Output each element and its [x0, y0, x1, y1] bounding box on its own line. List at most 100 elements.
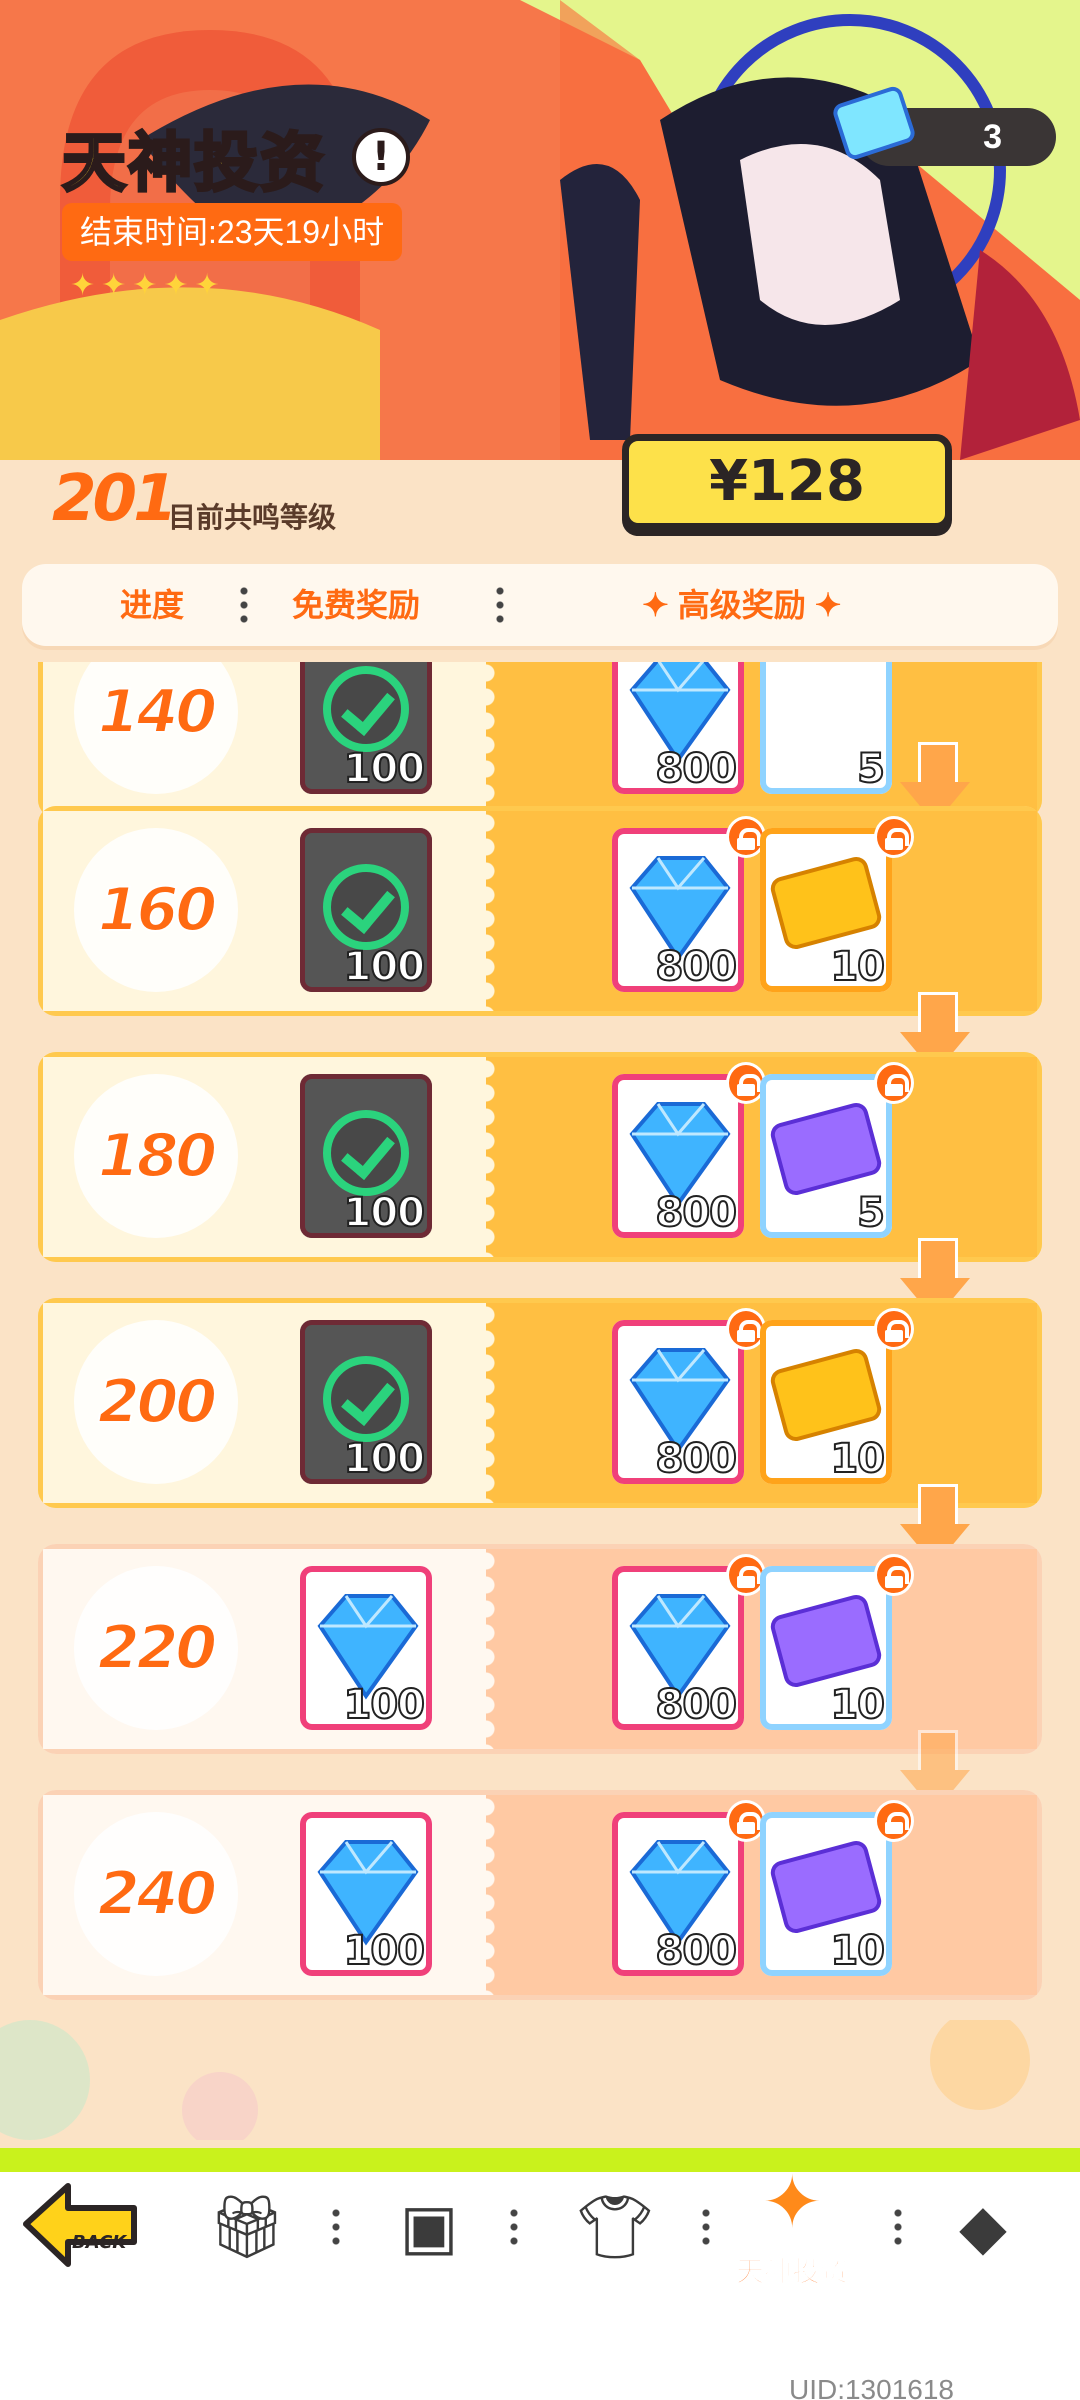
star-rating: ✦✦✦✦✦ — [70, 268, 226, 303]
reward-quantity: 100 — [343, 1927, 426, 1975]
column-progress: 进度 — [120, 587, 185, 623]
reward-quantity: 800 — [655, 1927, 738, 1975]
level-number: 200 — [97, 1366, 218, 1438]
premium-gem-reward[interactable]: 800 — [612, 1074, 744, 1238]
reward-quantity: 800 — [655, 1189, 738, 1237]
reward-quantity: 100 — [343, 1435, 426, 1483]
gift-tab[interactable]: 🎁︎ — [207, 2190, 287, 2264]
tab-divider — [510, 2206, 518, 2246]
premium-gem-reward[interactable]: 800 — [612, 662, 744, 794]
active-tab-label: 天神投资 — [735, 2256, 849, 2288]
free-gem-reward[interactable]: 100 — [300, 1812, 432, 1976]
resonance-label: 目前共鸣等级 — [168, 502, 337, 533]
exclamation-icon: ! — [371, 134, 391, 180]
reward-quantity: 10 — [829, 1681, 886, 1729]
gift-icon: 🎁︎ — [207, 2190, 287, 2263]
hero-banner: 天神投资 ! 结束时间:23天19小时 ✦✦✦✦✦ 3 — [0, 0, 1080, 460]
premium-gem-reward[interactable]: 800 — [612, 1812, 744, 1976]
divider-dots — [496, 584, 504, 624]
cards-icon: ▣ — [399, 2190, 459, 2263]
back-button[interactable]: BACK — [16, 2172, 146, 2282]
currency-count: 3 — [983, 118, 1002, 156]
tab-divider — [702, 2206, 710, 2246]
free-reward-claimed[interactable]: 100 — [300, 828, 432, 992]
reward-row: 240 100 800 10 — [38, 1790, 1042, 2000]
reward-quantity: 800 — [655, 943, 738, 991]
purchase-price-button[interactable]: ¥128 — [622, 434, 952, 530]
reward-quantity: 800 — [655, 1435, 738, 1483]
sparkle-icon: ✦ — [642, 587, 678, 623]
diamond-icon: ◆ — [959, 2190, 1007, 2263]
tab-tianshen-investment[interactable]: ✦ 天神投资 — [728, 2160, 868, 2290]
divider-dots — [240, 584, 248, 624]
event-title: 天神投资 — [61, 126, 326, 203]
lime-drip — [0, 2148, 1080, 2172]
shirt-icon: 👕︎ — [575, 2190, 655, 2263]
reward-quantity: 800 — [655, 745, 738, 793]
claimed-check-icon — [323, 666, 409, 752]
reward-row: 160 100 800 10 — [38, 806, 1042, 1016]
level-number: 160 — [97, 874, 218, 946]
price-label: ¥128 — [709, 449, 865, 514]
free-gem-reward[interactable]: 100 — [300, 1566, 432, 1730]
level-number: 140 — [97, 676, 218, 748]
claimed-check-icon — [323, 1110, 409, 1196]
lock-icon — [874, 1554, 914, 1596]
premium-ticket-reward[interactable]: 10 — [760, 828, 892, 992]
premium-ticket-reward[interactable]: 10 — [760, 1320, 892, 1484]
lock-icon — [874, 1800, 914, 1842]
back-label: BACK — [72, 2232, 127, 2253]
back-arrow-icon — [23, 2183, 137, 2267]
lock-icon — [874, 1062, 914, 1104]
premium-ticket-reward[interactable]: 5 — [760, 1074, 892, 1238]
reward-quantity: 100 — [343, 1681, 426, 1729]
currency-counter: 3 — [830, 84, 1056, 166]
free-reward-claimed[interactable]: 100 — [300, 1074, 432, 1238]
column-header-bar: 进度 免费奖励 ✦ 高级奖励 ✦ — [22, 564, 1058, 646]
reward-quantity: 100 — [343, 943, 426, 991]
premium-gem-reward[interactable]: 800 — [612, 1566, 744, 1730]
premium-ticket-reward[interactable]: 10 — [760, 1812, 892, 1976]
lock-icon — [874, 1308, 914, 1350]
sparkle-star-icon: ✦ — [762, 2160, 823, 2244]
reward-quantity: 10 — [829, 1435, 886, 1483]
diamond-tab[interactable]: ◆ — [946, 2190, 1020, 2264]
tab-divider — [332, 2206, 340, 2246]
reward-quantity: 100 — [343, 1189, 426, 1237]
sparkle-icon: ✦ — [805, 587, 842, 623]
reward-row: 140 100 800 5 — [38, 662, 1042, 818]
reward-row: 200 100 800 10 — [38, 1298, 1042, 1508]
premium-gem-reward[interactable]: 800 — [612, 828, 744, 992]
column-free-reward: 免费奖励 — [292, 587, 421, 623]
cards-tab[interactable]: ▣ — [392, 2190, 466, 2264]
free-reward-claimed[interactable]: 100 — [300, 662, 432, 794]
lock-icon — [874, 816, 914, 858]
uid-label: UID:1301618 — [788, 2374, 954, 2400]
reward-row: 180 100 800 5 — [38, 1052, 1042, 1262]
info-button[interactable]: ! — [352, 128, 410, 186]
reward-quantity: 5 — [856, 745, 886, 793]
reward-quantity: 100 — [343, 745, 426, 793]
claimed-check-icon — [323, 864, 409, 950]
premium-gem-reward[interactable]: 800 — [612, 1320, 744, 1484]
reward-row: 220 100 800 10 — [38, 1544, 1042, 1754]
level-number: 240 — [97, 1858, 218, 1930]
reward-list[interactable]: 140 100 800 5 160 100 800 10 180 100 800… — [0, 662, 1080, 2120]
outfit-tab[interactable]: 👕︎ — [575, 2190, 655, 2264]
level-number: 180 — [97, 1120, 218, 1192]
tab-divider — [894, 2206, 902, 2246]
end-time-badge: 结束时间:23天19小时 — [62, 203, 403, 261]
premium-ticket-reward[interactable]: 5 — [760, 662, 892, 794]
bottom-tab-bar: BACK 🎁︎ ▣ 👕︎ ✦ 天神投资 ◆ UID:1301618 — [0, 2148, 1080, 2400]
level-number: 220 — [97, 1612, 218, 1684]
reward-quantity: 10 — [829, 1927, 886, 1975]
claimed-check-icon — [323, 1356, 409, 1442]
premium-ticket-reward[interactable]: 10 — [760, 1566, 892, 1730]
reward-quantity: 800 — [655, 1681, 738, 1729]
resonance-level: 201 — [52, 462, 178, 536]
reward-quantity: 5 — [856, 1189, 886, 1237]
reward-quantity: 10 — [829, 943, 886, 991]
column-premium-reward: ✦ 高级奖励 ✦ — [642, 587, 842, 623]
bottom-decor — [0, 2020, 1030, 2140]
free-reward-claimed[interactable]: 100 — [300, 1320, 432, 1484]
